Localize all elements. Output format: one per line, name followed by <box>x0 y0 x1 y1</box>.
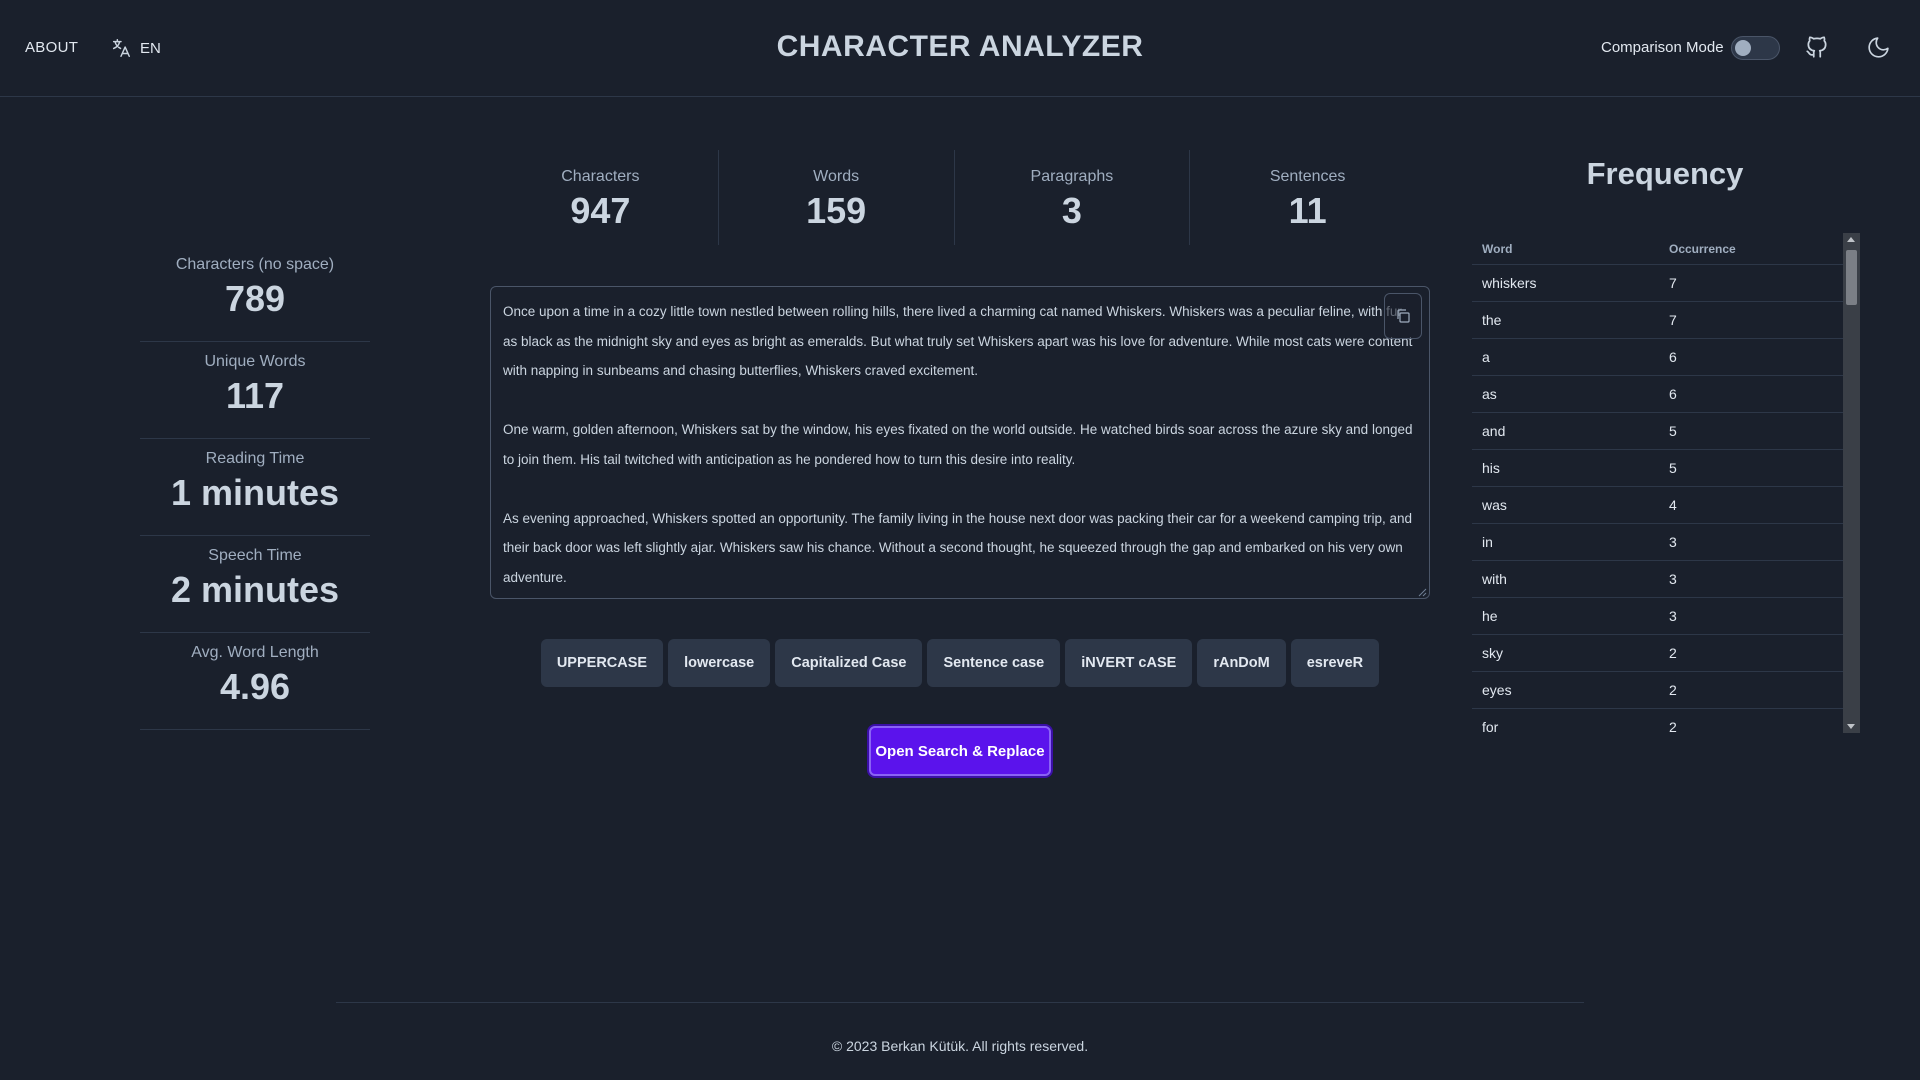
lowercase-button[interactable]: lowercase <box>668 639 771 687</box>
word-cell: his <box>1482 460 1500 476</box>
stat-value: 1 minutes <box>170 472 340 513</box>
word-cell: the <box>1482 312 1502 328</box>
random-case-button[interactable]: rAnDoM <box>1197 639 1286 687</box>
stat-value: 159 <box>806 190 867 231</box>
stat-words: Words 159 <box>719 150 955 245</box>
footer-divider <box>336 1002 1584 1003</box>
comparison-mode-label: Comparison Mode <box>1601 39 1724 56</box>
invert-case-button[interactable]: iNVERT cASE <box>1065 639 1193 687</box>
count-cell: 7 <box>1669 275 1677 291</box>
word-cell: was <box>1482 497 1507 513</box>
word-cell: eyes <box>1482 682 1512 698</box>
count-cell: 5 <box>1669 423 1677 439</box>
count-cell: 6 <box>1669 349 1677 365</box>
word-cell: and <box>1482 423 1506 439</box>
frequency-scrollbar[interactable] <box>1843 233 1860 733</box>
text-paragraph: As evening approached, Whiskers spotted … <box>503 510 1413 585</box>
comparison-mode-toggle[interactable] <box>1731 36 1780 60</box>
resize-handle-icon[interactable] <box>1417 587 1427 597</box>
count-cell: 3 <box>1669 571 1677 587</box>
scroll-down-icon[interactable] <box>1847 724 1855 729</box>
stat-paragraphs: Paragraphs 3 <box>955 150 1191 245</box>
toggle-knob <box>1735 40 1751 56</box>
stat-value: 117 <box>225 375 285 416</box>
text-input-area[interactable]: Once upon a time in a cozy little town n… <box>490 286 1430 599</box>
table-header: Word Occurrence <box>1472 233 1843 265</box>
scroll-up-icon[interactable] <box>1847 237 1855 242</box>
moon-icon[interactable] <box>1866 35 1891 60</box>
open-search-replace-button[interactable]: Open Search & Replace <box>869 726 1051 776</box>
count-cell: 4 <box>1669 497 1677 513</box>
word-cell: as <box>1482 386 1497 402</box>
stat-label: Sentences <box>1269 168 1346 185</box>
table-row: he 3 <box>1472 598 1843 635</box>
stat-label: Paragraphs <box>1030 168 1114 185</box>
text-paragraph: Once upon a time in a cozy little town n… <box>503 304 1413 378</box>
stat-label: Unique Words <box>204 353 306 370</box>
copy-icon <box>1397 309 1410 323</box>
stat-label: Characters (no space) <box>175 256 335 273</box>
table-row: with 3 <box>1472 561 1843 598</box>
stat-label: Characters <box>561 168 640 185</box>
stat-value: 2 minutes <box>170 569 340 610</box>
table-row: was 4 <box>1472 487 1843 524</box>
frequency-title: Frequency <box>1586 156 1744 191</box>
count-cell: 3 <box>1669 608 1677 624</box>
count-cell: 7 <box>1669 312 1677 328</box>
stat-value: 11 <box>1288 190 1327 231</box>
stat-reading-time: Reading Time 1 minutes <box>140 439 370 536</box>
stat-value: 3 <box>1061 190 1082 231</box>
stat-speech-time: Speech Time 2 minutes <box>140 536 370 633</box>
scrollbar-thumb[interactable] <box>1846 250 1857 305</box>
column-header-occurrence: Occurrence <box>1669 241 1736 256</box>
count-cell: 2 <box>1669 682 1677 698</box>
footer-copyright: © 2023 Berkan Kütük. All rights reserved… <box>831 1038 1089 1054</box>
stat-characters: Characters 947 <box>483 150 719 245</box>
stat-value: 947 <box>570 190 631 231</box>
word-cell: for <box>1482 719 1499 733</box>
sentence-case-button[interactable]: Sentence case <box>927 639 1061 687</box>
table-row: eyes 2 <box>1472 672 1843 709</box>
reverse-button[interactable]: esreveR <box>1290 639 1380 687</box>
table-row: as 6 <box>1472 376 1843 413</box>
frequency-table[interactable]: Word Occurrence whiskers 7 the 7 a6 as 6 an… <box>1472 233 1843 733</box>
stat-value: 789 <box>224 278 286 319</box>
table-row: the 7 <box>1472 302 1843 339</box>
github-icon[interactable] <box>1804 34 1830 60</box>
copy-button[interactable] <box>1384 293 1422 339</box>
word-cell: he <box>1482 608 1498 624</box>
stat-characters-no-space: Characters (no space) 789 <box>140 245 370 342</box>
capitalized-case-button[interactable]: Capitalized Case <box>775 639 923 687</box>
word-cell: in <box>1482 534 1493 550</box>
stat-unique-words: Unique Words 117 <box>140 342 370 439</box>
word-cell: whiskers <box>1482 275 1537 291</box>
table-row: his 5 <box>1472 450 1843 487</box>
table-row: and 5 <box>1472 413 1843 450</box>
count-cell: 2 <box>1669 719 1677 733</box>
uppercase-button[interactable]: UPPERCASE <box>540 639 664 687</box>
word-cell: sky <box>1482 645 1503 661</box>
text-paragraph: One warm, golden afternoon, Whiskers sat… <box>503 422 1413 467</box>
table-row: whiskers 7 <box>1472 265 1843 302</box>
table-row: sky 2 <box>1472 635 1843 672</box>
count-cell: 2 <box>1669 645 1677 661</box>
count-cell: 3 <box>1669 534 1677 550</box>
word-cell: a <box>1482 349 1490 365</box>
stat-label: Speech Time <box>208 547 302 564</box>
stat-label: Words <box>813 168 860 185</box>
stat-label: Reading Time <box>205 450 305 467</box>
app-header: ABOUT EN CHARACTER ANALYZER Comparison M… <box>0 0 1920 97</box>
table-row: in 3 <box>1472 524 1843 561</box>
stat-sentences: Sentences 11 <box>1190 150 1425 245</box>
top-stats-bar: Characters 947 Words 159 Paragraphs 3 Se… <box>483 150 1425 245</box>
count-cell: 6 <box>1669 386 1677 402</box>
count-cell: 5 <box>1669 460 1677 476</box>
table-row: a6 <box>1472 339 1843 376</box>
column-header-word: Word <box>1482 241 1513 256</box>
table-row: for 2 <box>1472 709 1843 733</box>
word-cell: with <box>1482 571 1507 587</box>
